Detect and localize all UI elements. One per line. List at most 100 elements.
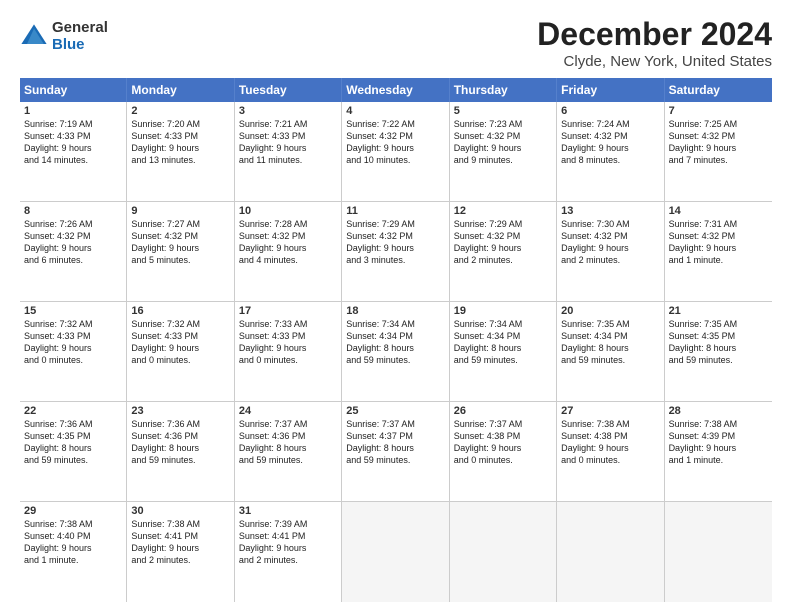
cal-cell: 25Sunrise: 7:37 AMSunset: 4:37 PMDayligh…: [342, 402, 449, 501]
day-name-tuesday: Tuesday: [235, 78, 342, 102]
cal-cell: 10Sunrise: 7:28 AMSunset: 4:32 PMDayligh…: [235, 202, 342, 301]
week-row-5: 29Sunrise: 7:38 AMSunset: 4:40 PMDayligh…: [20, 502, 772, 602]
cell-text: Sunrise: 7:25 AMSunset: 4:32 PMDaylight:…: [669, 118, 768, 167]
day-number: 8: [24, 205, 122, 217]
day-number: 24: [239, 405, 337, 417]
cell-text: Sunrise: 7:34 AMSunset: 4:34 PMDaylight:…: [346, 318, 444, 367]
day-number: 28: [669, 405, 768, 417]
day-number: 15: [24, 305, 122, 317]
cell-text: Sunrise: 7:24 AMSunset: 4:32 PMDaylight:…: [561, 118, 659, 167]
day-number: 10: [239, 205, 337, 217]
day-number: 23: [131, 405, 229, 417]
day-number: 14: [669, 205, 768, 217]
day-name-thursday: Thursday: [450, 78, 557, 102]
day-number: 3: [239, 105, 337, 117]
cal-cell: 2Sunrise: 7:20 AMSunset: 4:33 PMDaylight…: [127, 102, 234, 201]
day-name-monday: Monday: [127, 78, 234, 102]
day-number: 2: [131, 105, 229, 117]
cell-text: Sunrise: 7:21 AMSunset: 4:33 PMDaylight:…: [239, 118, 337, 167]
cell-text: Sunrise: 7:19 AMSunset: 4:33 PMDaylight:…: [24, 118, 122, 167]
cal-cell: 15Sunrise: 7:32 AMSunset: 4:33 PMDayligh…: [20, 302, 127, 401]
day-name-friday: Friday: [557, 78, 664, 102]
cal-cell: 27Sunrise: 7:38 AMSunset: 4:38 PMDayligh…: [557, 402, 664, 501]
cell-text: Sunrise: 7:32 AMSunset: 4:33 PMDaylight:…: [131, 318, 229, 367]
cal-cell: 19Sunrise: 7:34 AMSunset: 4:34 PMDayligh…: [450, 302, 557, 401]
day-number: 11: [346, 205, 444, 217]
cal-cell: 31Sunrise: 7:39 AMSunset: 4:41 PMDayligh…: [235, 502, 342, 602]
cell-text: Sunrise: 7:34 AMSunset: 4:34 PMDaylight:…: [454, 318, 552, 367]
cal-cell: 11Sunrise: 7:29 AMSunset: 4:32 PMDayligh…: [342, 202, 449, 301]
cal-cell: 18Sunrise: 7:34 AMSunset: 4:34 PMDayligh…: [342, 302, 449, 401]
day-number: 13: [561, 205, 659, 217]
calendar-body: 1Sunrise: 7:19 AMSunset: 4:33 PMDaylight…: [20, 102, 772, 602]
day-number: 29: [24, 505, 122, 517]
page: General Blue December 2024 Clyde, New Yo…: [0, 0, 792, 612]
cal-cell: 14Sunrise: 7:31 AMSunset: 4:32 PMDayligh…: [665, 202, 772, 301]
day-name-saturday: Saturday: [665, 78, 772, 102]
cell-text: Sunrise: 7:37 AMSunset: 4:37 PMDaylight:…: [346, 418, 444, 467]
day-number: 9: [131, 205, 229, 217]
calendar-subtitle: Clyde, New York, United States: [537, 53, 772, 70]
cal-cell: 26Sunrise: 7:37 AMSunset: 4:38 PMDayligh…: [450, 402, 557, 501]
cell-text: Sunrise: 7:35 AMSunset: 4:35 PMDaylight:…: [669, 318, 768, 367]
cal-cell: [342, 502, 449, 602]
calendar: SundayMondayTuesdayWednesdayThursdayFrid…: [20, 78, 772, 602]
cal-cell: 4Sunrise: 7:22 AMSunset: 4:32 PMDaylight…: [342, 102, 449, 201]
cal-cell: [557, 502, 664, 602]
cal-cell: 8Sunrise: 7:26 AMSunset: 4:32 PMDaylight…: [20, 202, 127, 301]
day-number: 17: [239, 305, 337, 317]
cell-text: Sunrise: 7:35 AMSunset: 4:34 PMDaylight:…: [561, 318, 659, 367]
day-number: 22: [24, 405, 122, 417]
cal-cell: 16Sunrise: 7:32 AMSunset: 4:33 PMDayligh…: [127, 302, 234, 401]
cal-cell: 28Sunrise: 7:38 AMSunset: 4:39 PMDayligh…: [665, 402, 772, 501]
day-number: 26: [454, 405, 552, 417]
day-name-wednesday: Wednesday: [342, 78, 449, 102]
cell-text: Sunrise: 7:36 AMSunset: 4:35 PMDaylight:…: [24, 418, 122, 467]
cal-cell: 21Sunrise: 7:35 AMSunset: 4:35 PMDayligh…: [665, 302, 772, 401]
day-number: 7: [669, 105, 768, 117]
cell-text: Sunrise: 7:39 AMSunset: 4:41 PMDaylight:…: [239, 518, 337, 567]
week-row-2: 8Sunrise: 7:26 AMSunset: 4:32 PMDaylight…: [20, 202, 772, 302]
cell-text: Sunrise: 7:38 AMSunset: 4:38 PMDaylight:…: [561, 418, 659, 467]
cell-text: Sunrise: 7:29 AMSunset: 4:32 PMDaylight:…: [346, 218, 444, 267]
cal-cell: 29Sunrise: 7:38 AMSunset: 4:40 PMDayligh…: [20, 502, 127, 602]
cell-text: Sunrise: 7:30 AMSunset: 4:32 PMDaylight:…: [561, 218, 659, 267]
cell-text: Sunrise: 7:38 AMSunset: 4:40 PMDaylight:…: [24, 518, 122, 567]
cell-text: Sunrise: 7:23 AMSunset: 4:32 PMDaylight:…: [454, 118, 552, 167]
cell-text: Sunrise: 7:31 AMSunset: 4:32 PMDaylight:…: [669, 218, 768, 267]
logo-text: General Blue: [52, 20, 108, 53]
day-number: 19: [454, 305, 552, 317]
cell-text: Sunrise: 7:37 AMSunset: 4:36 PMDaylight:…: [239, 418, 337, 467]
week-row-4: 22Sunrise: 7:36 AMSunset: 4:35 PMDayligh…: [20, 402, 772, 502]
day-number: 18: [346, 305, 444, 317]
cell-text: Sunrise: 7:27 AMSunset: 4:32 PMDaylight:…: [131, 218, 229, 267]
cal-cell: [665, 502, 772, 602]
logo: General Blue: [20, 20, 108, 53]
day-number: 12: [454, 205, 552, 217]
header: General Blue December 2024 Clyde, New Yo…: [20, 16, 772, 70]
calendar-header: SundayMondayTuesdayWednesdayThursdayFrid…: [20, 78, 772, 102]
week-row-3: 15Sunrise: 7:32 AMSunset: 4:33 PMDayligh…: [20, 302, 772, 402]
day-number: 1: [24, 105, 122, 117]
cell-text: Sunrise: 7:29 AMSunset: 4:32 PMDaylight:…: [454, 218, 552, 267]
logo-icon: [20, 23, 48, 51]
cal-cell: 30Sunrise: 7:38 AMSunset: 4:41 PMDayligh…: [127, 502, 234, 602]
cell-text: Sunrise: 7:22 AMSunset: 4:32 PMDaylight:…: [346, 118, 444, 167]
title-block: December 2024 Clyde, New York, United St…: [537, 16, 772, 70]
cal-cell: 9Sunrise: 7:27 AMSunset: 4:32 PMDaylight…: [127, 202, 234, 301]
cell-text: Sunrise: 7:36 AMSunset: 4:36 PMDaylight:…: [131, 418, 229, 467]
cal-cell: 5Sunrise: 7:23 AMSunset: 4:32 PMDaylight…: [450, 102, 557, 201]
cal-cell: 3Sunrise: 7:21 AMSunset: 4:33 PMDaylight…: [235, 102, 342, 201]
day-number: 27: [561, 405, 659, 417]
cell-text: Sunrise: 7:28 AMSunset: 4:32 PMDaylight:…: [239, 218, 337, 267]
cal-cell: 1Sunrise: 7:19 AMSunset: 4:33 PMDaylight…: [20, 102, 127, 201]
cal-cell: 24Sunrise: 7:37 AMSunset: 4:36 PMDayligh…: [235, 402, 342, 501]
cal-cell: 7Sunrise: 7:25 AMSunset: 4:32 PMDaylight…: [665, 102, 772, 201]
day-number: 5: [454, 105, 552, 117]
cell-text: Sunrise: 7:32 AMSunset: 4:33 PMDaylight:…: [24, 318, 122, 367]
cal-cell: 13Sunrise: 7:30 AMSunset: 4:32 PMDayligh…: [557, 202, 664, 301]
cal-cell: 17Sunrise: 7:33 AMSunset: 4:33 PMDayligh…: [235, 302, 342, 401]
cell-text: Sunrise: 7:37 AMSunset: 4:38 PMDaylight:…: [454, 418, 552, 467]
cal-cell: 22Sunrise: 7:36 AMSunset: 4:35 PMDayligh…: [20, 402, 127, 501]
cell-text: Sunrise: 7:33 AMSunset: 4:33 PMDaylight:…: [239, 318, 337, 367]
